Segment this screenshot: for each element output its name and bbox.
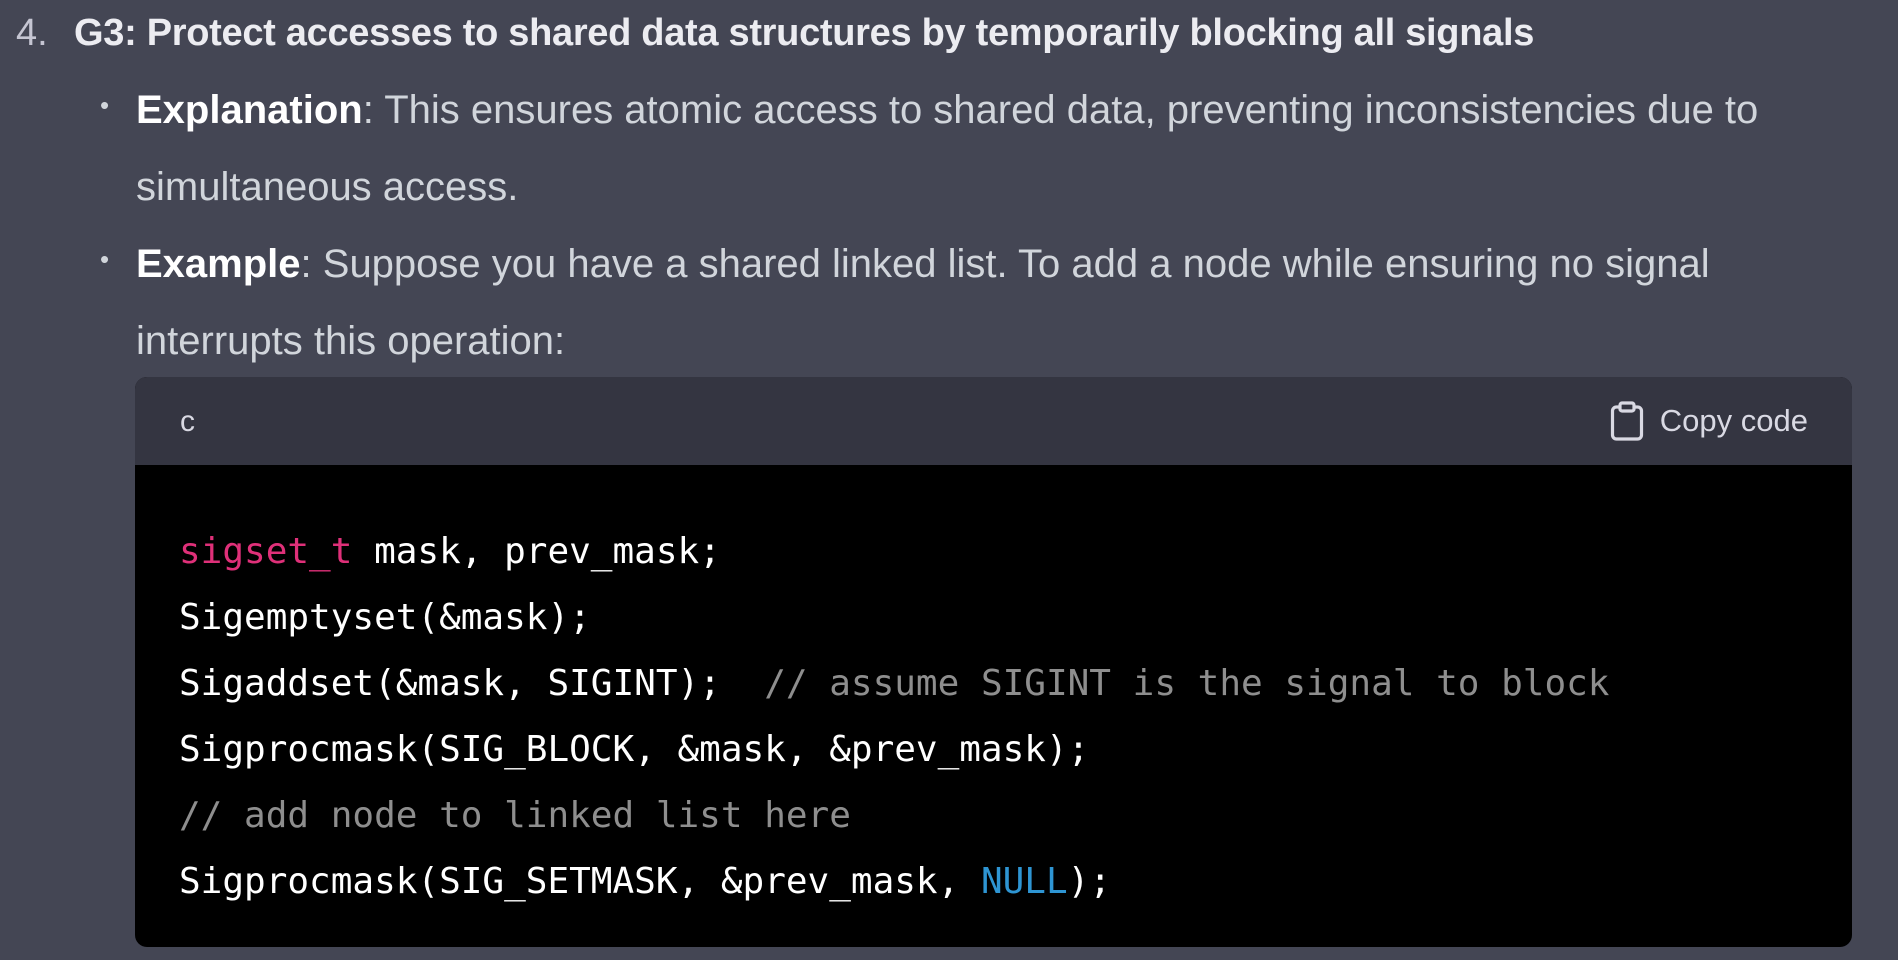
code-line: Sigaddset(&mask, SIGINT); // assume SIGI… [179, 651, 1808, 717]
code-token-plain: Sigprocmask(SIG_SETMASK, &prev_mask, [179, 861, 981, 902]
code-block: c Copy code sigset_t mask, prev_mask; Sig… [135, 377, 1852, 947]
code-token-literal: NULL [980, 861, 1068, 902]
bullet-text: : This ensures atomic access to shared d… [136, 88, 1759, 209]
code-line: sigset_t mask, prev_mask; [179, 519, 1808, 585]
code-token-comment: // assume SIGINT is the signal to block [764, 663, 1610, 704]
code-token-plain: mask, prev_mask; [352, 531, 721, 572]
code-token-comment: // add node to linked list here [179, 795, 851, 836]
list-item-heading: G3: Protect accesses to shared data stru… [74, 12, 1535, 54]
code-block-header: c Copy code [135, 377, 1852, 465]
code-token-plain: Sigemptyset(&mask); [179, 597, 591, 638]
code-line: // add node to linked list here [179, 783, 1808, 849]
code-token-plain: Sigaddset(&mask, SIGINT); [179, 663, 765, 704]
code-line: Sigemptyset(&mask); [179, 585, 1808, 651]
bullet-dot-icon: • [100, 90, 110, 120]
clipboard-icon [1610, 401, 1644, 441]
code-token-plain: Sigprocmask(SIG_BLOCK, &mask, &prev_mask… [179, 729, 1090, 770]
bullet-text: : Suppose you have a shared linked list.… [136, 242, 1710, 363]
code-token-type: sigset_t [179, 531, 353, 572]
copy-code-button[interactable]: Copy code [1610, 399, 1808, 443]
copy-code-label: Copy code [1659, 403, 1808, 438]
bullet-label: Example [136, 242, 301, 286]
bullet-explanation: • Explanation: This ensures atomic acces… [100, 72, 1856, 226]
code-token-plain: ); [1067, 861, 1111, 902]
code-line: Sigprocmask(SIG_SETMASK, &prev_mask, NUL… [179, 849, 1808, 915]
code-content[interactable]: sigset_t mask, prev_mask; Sigemptyset(&ma… [135, 465, 1852, 915]
bullet-dot-icon: • [100, 244, 110, 274]
bullet-label: Explanation [136, 88, 363, 132]
list-number: 4. [16, 12, 48, 54]
bullet-example: • Example: Suppose you have a shared lin… [100, 226, 1856, 380]
code-line: Sigprocmask(SIG_BLOCK, &mask, &prev_mask… [179, 717, 1808, 783]
code-language-label: c [180, 405, 195, 438]
